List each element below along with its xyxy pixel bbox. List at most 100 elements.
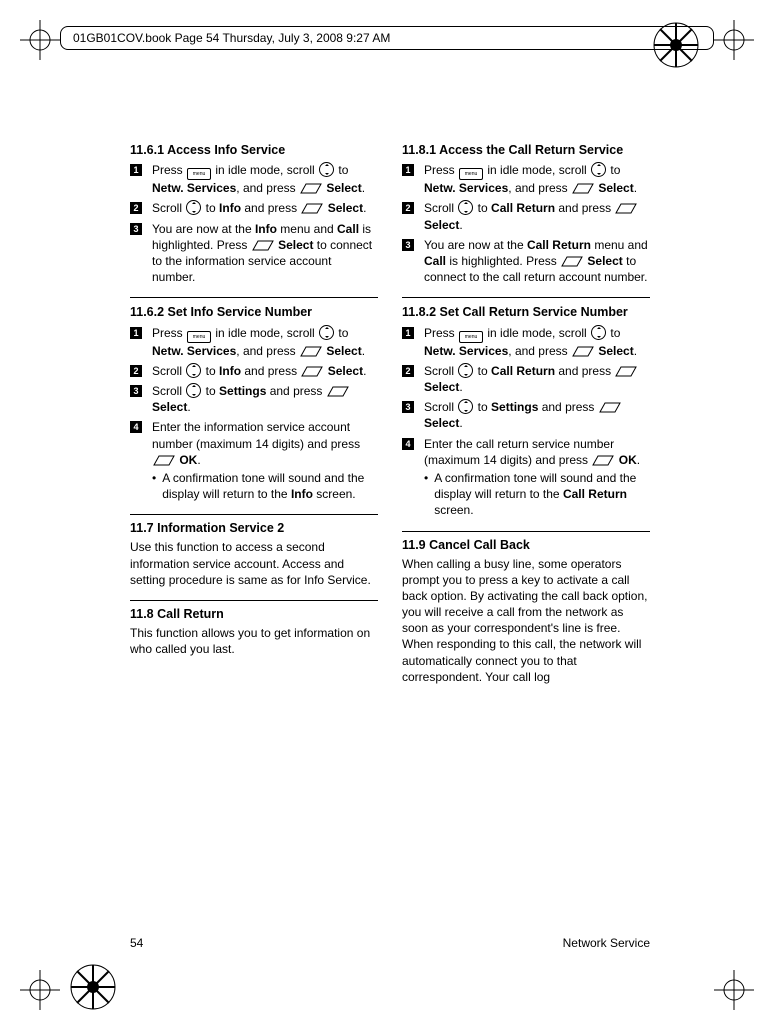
softkey-icon <box>592 455 614 466</box>
step-number-icon: 4 <box>130 421 142 433</box>
step-number-icon: 2 <box>130 365 142 377</box>
bullet-icon: • <box>424 470 428 519</box>
step-text: to <box>474 201 491 215</box>
divider <box>402 297 650 298</box>
softkey-label: Select <box>424 416 459 430</box>
step-text: Scroll <box>152 364 185 378</box>
step-text: in idle mode, scroll <box>484 163 590 177</box>
softkey-label: Select <box>326 181 361 195</box>
registration-mark-icon <box>714 970 754 1010</box>
softkey-icon <box>572 346 594 357</box>
step-number-icon: 1 <box>130 327 142 339</box>
step-text: . <box>362 181 365 195</box>
softkey-label: Select <box>424 380 459 394</box>
nav-key-icon <box>458 399 473 414</box>
softkey-label: Select <box>326 344 361 358</box>
softkey-icon <box>561 256 583 267</box>
step-number-icon: 1 <box>402 327 414 339</box>
step-text: to <box>202 364 219 378</box>
step-text: . <box>637 453 640 467</box>
step-text: to <box>202 201 219 215</box>
softkey-icon <box>301 203 323 214</box>
softkey-label: Select <box>598 181 633 195</box>
step-text: . <box>459 218 462 232</box>
nav-key-icon <box>186 363 201 378</box>
section-title: 11.8.1 Access the Call Return Service <box>402 142 650 158</box>
step-text: , and press <box>508 344 571 358</box>
section-title: 11.9 Cancel Call Back <box>402 538 650 552</box>
section-title: 11.6.2 Set Info Service Number <box>130 304 378 320</box>
step-text: , and press <box>236 181 299 195</box>
step-text: and press <box>555 201 614 215</box>
step-number-icon: 2 <box>130 202 142 214</box>
softkey-icon <box>301 366 323 377</box>
bold-text: Netw. Services <box>152 344 236 358</box>
step-text: Scroll <box>424 400 457 414</box>
step-2: 2 Scroll to Info and press Select. <box>130 363 378 379</box>
step-text: to <box>335 163 348 177</box>
step-1: 1 Press menu in idle mode, scroll to Net… <box>130 325 378 359</box>
right-column: 11.8.1 Access the Call Return Service 1 … <box>402 140 650 689</box>
step-text: Press <box>152 163 186 177</box>
step-3: 3 Scroll to Settings and press Select. <box>130 383 378 415</box>
softkey-icon <box>153 455 175 466</box>
step-number-icon: 2 <box>402 202 414 214</box>
section-title: 11.7 Information Service 2 <box>130 521 378 535</box>
step-number-icon: 3 <box>402 239 414 251</box>
divider <box>130 600 378 601</box>
step-text: to <box>474 400 491 414</box>
color-wheel-icon <box>70 964 116 1010</box>
footer-section-name: Network Service <box>563 936 650 950</box>
softkey-icon <box>300 346 322 357</box>
softkey-label: Select <box>598 344 633 358</box>
step-1: 1 Press menu in idle mode, scroll to Net… <box>130 162 378 196</box>
step-1: 1 Press menu in idle mode, scroll to Net… <box>402 325 650 359</box>
menu-key-icon: menu <box>187 331 211 343</box>
step-number-icon: 3 <box>402 401 414 413</box>
softkey-icon <box>615 366 637 377</box>
step-text: You are now at the <box>152 222 255 236</box>
step-text: . <box>197 453 200 467</box>
menu-key-icon: menu <box>459 331 483 343</box>
step-text: . <box>187 400 190 414</box>
nav-key-icon <box>319 162 334 177</box>
registration-mark-icon <box>20 970 60 1010</box>
bold-text: Info <box>291 487 313 501</box>
print-header: 01GB01COV.book Page 54 Thursday, July 3,… <box>60 26 714 50</box>
bold-text: Info <box>219 364 241 378</box>
bold-text: Call Return <box>563 487 627 501</box>
section-title: 11.8 Call Return <box>130 607 378 621</box>
step-text: . <box>363 201 366 215</box>
bold-text: Settings <box>491 400 538 414</box>
step-1: 1 Press menu in idle mode, scroll to Net… <box>402 162 650 196</box>
left-column: 11.6.1 Access Info Service 1 Press menu … <box>130 140 378 689</box>
divider <box>130 297 378 298</box>
step-text: in idle mode, scroll <box>484 326 590 340</box>
step-text: Enter the call return service number (ma… <box>424 437 614 467</box>
softkey-icon <box>572 183 594 194</box>
step-4: 4 Enter the information service account … <box>130 419 378 502</box>
section-title: 11.6.1 Access Info Service <box>130 142 378 158</box>
nav-key-icon <box>186 383 201 398</box>
bold-text: Call <box>337 222 359 236</box>
softkey-icon <box>615 203 637 214</box>
step-text: in idle mode, scroll <box>212 163 318 177</box>
bullet-item: • A confirmation tone will sound and the… <box>152 470 378 502</box>
softkey-label: Select <box>152 400 187 414</box>
step-text: Press <box>424 163 458 177</box>
step-text: and press <box>555 364 614 378</box>
step-text: in idle mode, scroll <box>212 326 318 340</box>
body-text: This function allows you to get informat… <box>130 625 378 657</box>
bold-text: Call Return <box>491 201 555 215</box>
divider <box>130 514 378 515</box>
registration-mark-icon <box>714 20 754 60</box>
nav-key-icon <box>591 325 606 340</box>
step-number-icon: 3 <box>130 223 142 235</box>
step-text: . <box>459 416 462 430</box>
softkey-icon <box>252 240 274 251</box>
step-text: Scroll <box>424 201 457 215</box>
nav-key-icon <box>186 200 201 215</box>
nav-key-icon <box>458 200 473 215</box>
section-title: 11.8.2 Set Call Return Service Number <box>402 304 650 320</box>
step-2: 2 Scroll to Info and press Select. <box>130 200 378 216</box>
